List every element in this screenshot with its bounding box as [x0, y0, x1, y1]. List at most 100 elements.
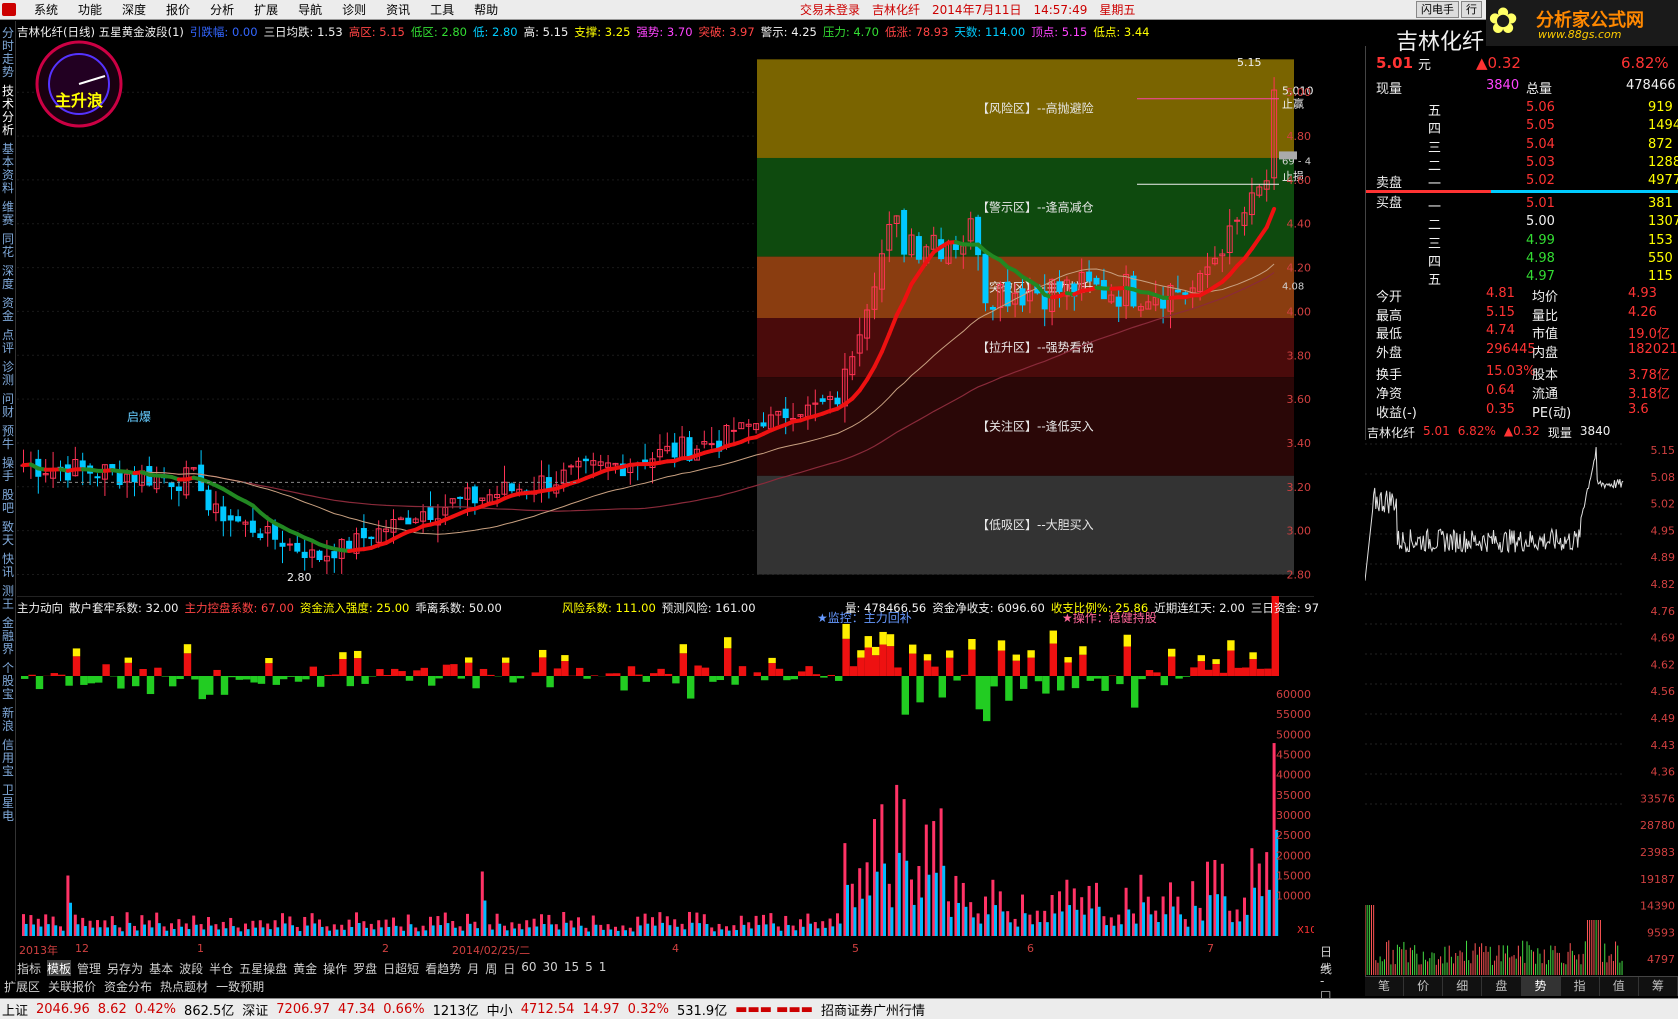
side-tab[interactable]: 测王 [1, 585, 15, 611]
quote-tab[interactable]: 笔 [1365, 977, 1405, 996]
menu-item[interactable]: 系统 [24, 2, 68, 18]
menu-item[interactable]: 帮助 [464, 2, 508, 18]
side-tab[interactable]: 卫星电 [1, 784, 15, 823]
quote-tab[interactable]: 筹 [1639, 977, 1678, 996]
side-tab[interactable]: 新浪 [1, 707, 15, 733]
template-tab[interactable]: 半仓 [209, 960, 233, 976]
menu-item[interactable]: 扩展 [244, 2, 288, 18]
volume-bar [754, 915, 758, 936]
mini-scale-tick: 4.69 [1651, 632, 1676, 645]
menu-item[interactable]: 工具 [420, 2, 464, 18]
quote-tab[interactable]: 细 [1443, 977, 1483, 996]
template-tab[interactable]: 指标 [17, 960, 41, 976]
extension-tab[interactable]: 关联报价 [48, 978, 96, 994]
menu-item[interactable]: 功能 [68, 2, 112, 18]
extension-tab[interactable]: 一致预期 [216, 978, 264, 994]
template-tab[interactable]: 日超短 [383, 960, 419, 976]
flow-bar-top [724, 637, 732, 649]
extension-tab[interactable]: 资金分布 [104, 978, 152, 994]
side-tab[interactable]: 股吧 [1, 489, 15, 515]
side-tab[interactable]: 深度 [1, 265, 15, 291]
side-tab[interactable]: 快讯 [1, 553, 15, 579]
menu-item[interactable]: 报价 [156, 2, 200, 18]
volume-inner-bar [483, 900, 487, 936]
candle-body [1019, 288, 1026, 306]
stat-label: 量比 [1532, 308, 1559, 324]
volume-inner-bar [76, 924, 80, 936]
chart-stat: 引跌幅: 0.00 [189, 25, 258, 39]
volume-bar [776, 926, 780, 936]
quote-tab[interactable]: 值 [1600, 977, 1639, 996]
template-tab[interactable]: 模板 [47, 960, 72, 976]
menu-item[interactable]: 深度 [112, 2, 156, 18]
volume-bar [1139, 874, 1143, 936]
quote-row: 三 5.04 872 [1366, 137, 1678, 156]
template-tab[interactable]: 管理 [77, 960, 101, 976]
template-tab[interactable]: 五星操盘 [239, 960, 287, 976]
quote-tab[interactable]: 盘 [1482, 977, 1522, 996]
side-tab[interactable]: 问财 [1, 393, 15, 419]
template-tab[interactable]: 基本 [149, 960, 173, 976]
template-tab[interactable]: 另存为 [107, 960, 143, 976]
quote-tab[interactable]: 势 [1521, 977, 1561, 996]
template-tab[interactable]: 日 [503, 960, 515, 976]
side-tab[interactable]: 同花 [1, 233, 15, 259]
menu-item[interactable]: 诊则 [332, 2, 376, 18]
template-tab[interactable]: 罗盘 [353, 960, 377, 976]
side-tab[interactable]: 诊测 [1, 361, 15, 387]
side-tab[interactable]: 技术分析 [1, 85, 15, 137]
side-tab[interactable]: 维赛 [1, 201, 15, 227]
extension-tab[interactable]: 热点题材 [160, 978, 208, 994]
flow-bar [72, 656, 81, 676]
toolbar-button[interactable]: 行 [1461, 1, 1482, 18]
side-tab[interactable]: 点评 [1, 329, 15, 355]
template-tab[interactable]: 看趋势 [425, 960, 461, 976]
side-tab[interactable]: 基本资料 [1, 143, 15, 195]
candle-body [205, 489, 212, 511]
indicator-chart[interactable]: ★监控：主力回补 ★操作：稳健持股X10600005500050000450004… [17, 596, 1314, 942]
volume-bar [887, 883, 891, 936]
volume-inner-bar [217, 929, 220, 936]
template-tab[interactable]: 15 [564, 960, 579, 976]
candlestick-chart[interactable]: 【风险区】--高抛避险【警示区】--逢高减仓【突破区】--主力拉升【拉升区】--… [17, 40, 1314, 596]
side-tab[interactable]: 致天 [1, 521, 15, 547]
template-tab[interactable]: 波段 [179, 960, 203, 976]
volume-bar [865, 862, 869, 936]
template-tab[interactable]: 1 [599, 960, 607, 976]
template-tab[interactable]: 30 [543, 960, 558, 976]
side-tab[interactable]: 个股宝 [1, 662, 15, 701]
side-tab[interactable]: 金融界 [1, 617, 15, 656]
volume-inner-bar [757, 924, 761, 936]
template-tab[interactable]: 5 [585, 960, 593, 976]
template-tab[interactable]: 黄金 [293, 960, 317, 976]
menu-item[interactable]: 导航 [288, 2, 332, 18]
volume-inner-bar [564, 922, 568, 936]
candle-body [708, 443, 715, 446]
side-tab[interactable]: 信用宝 [1, 739, 15, 778]
template-tab[interactable]: 操作 [323, 960, 347, 976]
extension-tab[interactable]: 扩展区 [4, 978, 40, 994]
template-tab[interactable]: 周 [485, 960, 497, 976]
volume-inner-bar [527, 927, 531, 936]
volume-tick: 60000 [1276, 688, 1311, 701]
quote-tab[interactable]: 价 [1404, 977, 1444, 996]
toolbar-button[interactable]: 闪电手 [1416, 1, 1459, 18]
candle-body [730, 429, 737, 432]
quote-tab[interactable]: 指 [1561, 977, 1600, 996]
template-tab[interactable]: 月 [467, 960, 479, 976]
side-tab[interactable]: 操手 [1, 457, 15, 483]
intraday-chart[interactable]: 5.15 5.08 5.02 4.95 4.89 4.82 4.76 4.69 4.62 4.56… [1365, 440, 1678, 975]
side-tab[interactable]: 分时走势 [1, 27, 15, 79]
menu-item[interactable]: 分析 [200, 2, 244, 18]
flow-bar [546, 676, 554, 688]
bid-level: 四 [1428, 254, 1442, 270]
side-tab[interactable]: 预牛 [1, 425, 15, 451]
template-tab[interactable]: 60 [521, 960, 536, 976]
period-label[interactable]: 日线 [1320, 943, 1332, 977]
flow-bar [687, 676, 695, 699]
flow-bar [442, 664, 451, 676]
flow-bar [531, 672, 539, 676]
side-tab[interactable]: 资金 [1, 297, 15, 323]
candle-body [427, 506, 434, 520]
menu-item[interactable]: 资讯 [376, 2, 420, 18]
